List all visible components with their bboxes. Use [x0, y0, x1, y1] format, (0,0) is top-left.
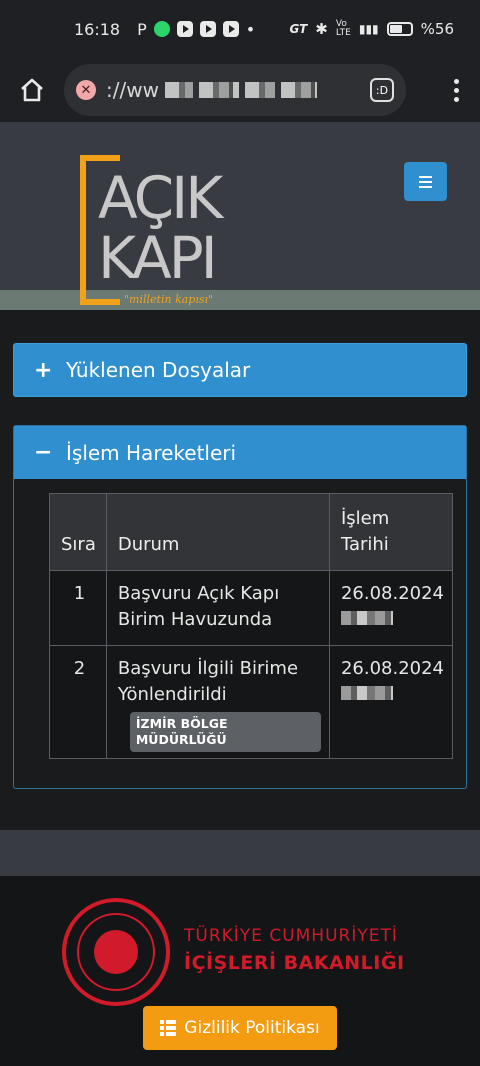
history-table: Sıra Durum İşlem Tarihi 1 Başvuru Açık K…	[49, 493, 454, 759]
row-order: 2	[49, 645, 107, 759]
row-status: Başvuru Açık Kapı Birim Havuzunda	[105, 570, 330, 646]
privacy-policy-label: Gizlilik Politikası	[184, 1018, 320, 1038]
row-date-cell: 26.08.2024	[328, 570, 454, 646]
panel-title: İşlem Hareketleri	[66, 440, 237, 465]
privacy-policy-button[interactable]: Gizlilik Politikası	[143, 1006, 337, 1050]
expand-plus-icon: +	[34, 357, 53, 383]
content-footer-band	[0, 830, 480, 876]
acik-kapi-logo[interactable]: AÇIK KAPI "milletin kapısı"	[80, 155, 255, 310]
redacted-url	[244, 82, 275, 98]
menu-icon	[419, 175, 432, 178]
bluetooth-icon: ✱	[315, 20, 328, 38]
insecure-site-icon[interactable]: ✕	[76, 80, 96, 100]
redacted-time	[340, 611, 393, 625]
logo-text-line2: KAPI	[98, 224, 218, 292]
row-date-cell: 26.08.2024	[328, 645, 454, 759]
list-icon	[160, 1020, 177, 1036]
table-row: 2 Başvuru İlgili Birime Yönlendirildi İZ…	[49, 645, 454, 759]
table-header-row: Sıra Durum İşlem Tarihi	[49, 493, 454, 571]
extension-icon[interactable]: :D	[370, 78, 394, 102]
unit-badge: İZMİR BÖLGE MÜDÜRLÜĞÜ	[129, 712, 321, 752]
home-button[interactable]	[14, 72, 50, 108]
browser-toolbar: ✕ ://ww :D	[0, 58, 480, 122]
logo-text-line1: AÇIK	[98, 164, 223, 232]
more-options-icon[interactable]	[446, 78, 466, 102]
network-label: GT	[289, 22, 308, 36]
row-status: Başvuru İlgili Birime Yönlendirildi	[117, 658, 299, 705]
redacted-url	[280, 82, 317, 98]
transaction-history-panel-header[interactable]: − İşlem Hareketleri	[14, 426, 466, 479]
address-bar[interactable]: ✕ ://ww :D	[64, 64, 406, 116]
ministry-seal-logo[interactable]	[62, 898, 170, 1006]
uploaded-files-panel-header[interactable]: + Yüklenen Dosyalar	[13, 343, 467, 397]
column-header-status: Durum	[105, 493, 330, 571]
signal-icon: ▮▮▮	[358, 22, 379, 36]
status-bar: 16:18 P • GT ✱ Vo LTE ▮▮▮ %56	[0, 0, 480, 58]
table-row: 1 Başvuru Açık Kapı Birim Havuzunda 26.0…	[49, 570, 454, 646]
home-icon	[21, 78, 43, 102]
youtube-icon	[222, 21, 239, 37]
hamburger-menu-button[interactable]	[404, 162, 447, 201]
app-notification-letter: P	[137, 19, 147, 39]
redacted-time	[340, 686, 393, 700]
column-header-date: İşlem Tarihi	[328, 493, 454, 571]
row-date: 26.08.2024	[340, 658, 444, 679]
url-text: ://ww	[106, 78, 159, 102]
redacted-url	[198, 82, 239, 98]
youtube-icon	[199, 21, 216, 37]
row-status-cell: Başvuru İlgili Birime Yönlendirildi İZMİ…	[105, 645, 330, 759]
row-order: 1	[49, 570, 107, 646]
spotify-icon	[153, 21, 170, 37]
column-header-order: Sıra	[49, 493, 107, 571]
battery-percent: %56	[420, 20, 454, 38]
status-time: 16:18	[74, 19, 121, 39]
ministry-name-line2[interactable]: İÇİŞLERİ BAKANLIĞI	[184, 952, 405, 974]
panel-title: Yüklenen Dosyalar	[66, 358, 251, 382]
row-date: 26.08.2024	[340, 583, 444, 604]
collapse-minus-icon: −	[34, 440, 53, 465]
transaction-history-panel: − İşlem Hareketleri Sıra Durum İşlem Tar…	[13, 425, 467, 789]
ministry-name-line1[interactable]: TÜRKİYE CUMHURİYETİ	[184, 926, 398, 946]
more-dot-icon: •	[245, 19, 256, 39]
redacted-url	[164, 82, 193, 98]
volte-icon: Vo LTE	[335, 19, 351, 38]
youtube-icon	[176, 21, 193, 37]
battery-icon	[386, 22, 413, 36]
logo-tagline: "milletin kapısı"	[124, 293, 214, 306]
